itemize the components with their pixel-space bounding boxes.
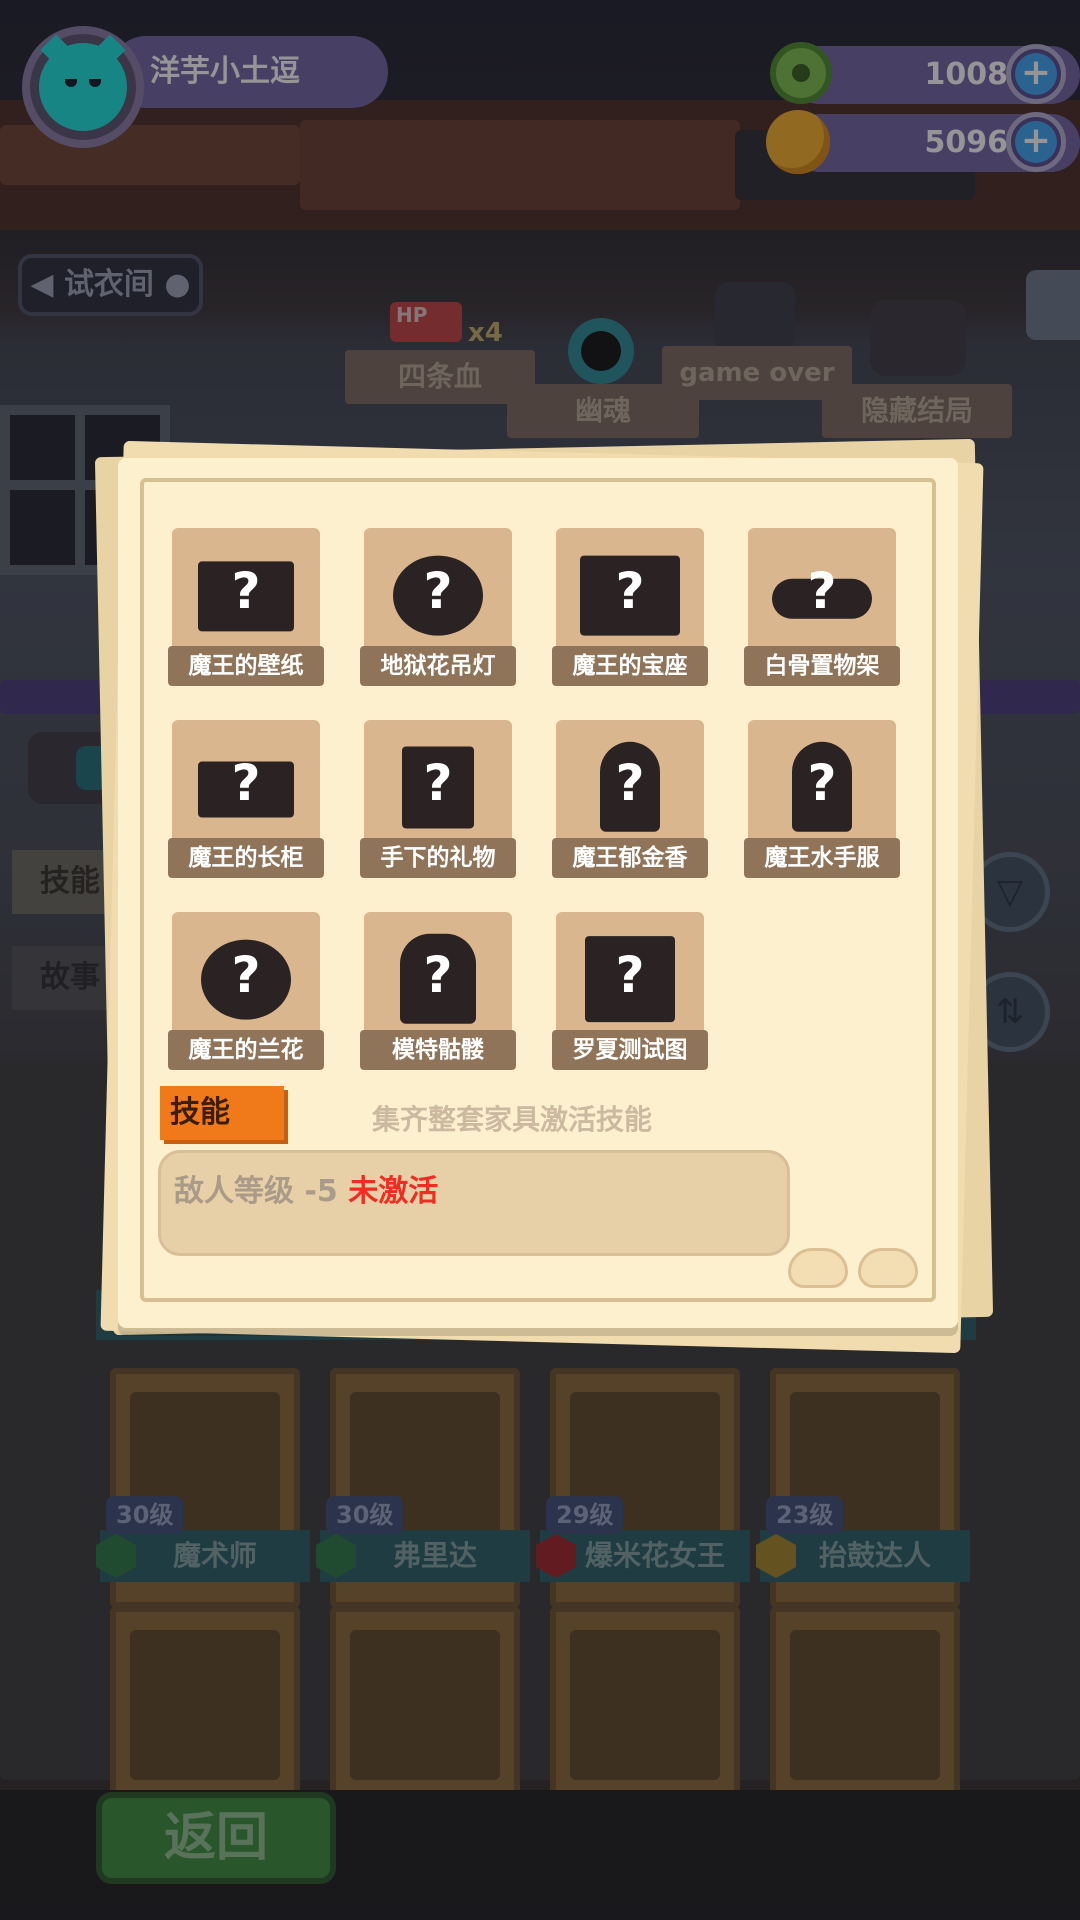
furniture-slot[interactable]: ? 地狱花吊灯 [360,528,516,686]
unknown-mark: ? [231,562,261,620]
unknown-mark: ? [807,562,837,620]
item-label: 罗夏测试图 [552,1030,708,1070]
item-label: 魔王的兰花 [168,1030,324,1070]
bunny-decoration-icon [788,1248,848,1288]
furniture-slot[interactable]: ? 手下的礼物 [360,720,516,878]
furniture-slot[interactable]: ? 魔王的壁纸 [168,528,324,686]
bunny-decoration-icon [858,1248,918,1288]
furniture-slot[interactable]: ? 罗夏测试图 [552,912,708,1070]
item-label: 魔王水手服 [744,838,900,878]
unknown-mark: ? [423,946,453,1004]
skill-hint: 集齐整套家具激活技能 [372,1103,653,1136]
skill-effect: 敌人等级 -5 [174,1174,338,1209]
unknown-mark: ? [423,754,453,812]
unknown-mark: ? [423,562,453,620]
item-label: 魔王的长柜 [168,838,324,878]
item-label: 手下的礼物 [360,838,516,878]
unknown-mark: ? [231,754,261,812]
item-label: 模特骷髅 [360,1030,516,1070]
furniture-slot[interactable]: ? 魔王水手服 [744,720,900,878]
unknown-mark: ? [615,562,645,620]
skill-description: 敌人等级 -5 未激活 [174,1166,438,1210]
furniture-slot[interactable]: ? 魔王郁金香 [552,720,708,878]
furniture-slot[interactable]: ? 白骨置物架 [744,528,900,686]
unknown-mark: ? [615,946,645,1004]
item-label: 魔王的壁纸 [168,646,324,686]
item-label: 白骨置物架 [744,646,900,686]
unknown-mark: ? [615,754,645,812]
furniture-slot[interactable]: ? 魔王的长柜 [168,720,324,878]
furniture-slot[interactable]: ? 魔王的宝座 [552,528,708,686]
item-label: 魔王的宝座 [552,646,708,686]
skill-status: 未激活 [348,1174,439,1209]
item-label: 魔王郁金香 [552,838,708,878]
unknown-mark: ? [807,754,837,812]
item-label: 地狱花吊灯 [360,646,516,686]
unknown-mark: ? [231,946,261,1004]
skill-tag: 技能 [160,1086,284,1140]
furniture-slot[interactable]: ? 模特骷髅 [360,912,516,1070]
furniture-slot[interactable]: ? 魔王的兰花 [168,912,324,1070]
